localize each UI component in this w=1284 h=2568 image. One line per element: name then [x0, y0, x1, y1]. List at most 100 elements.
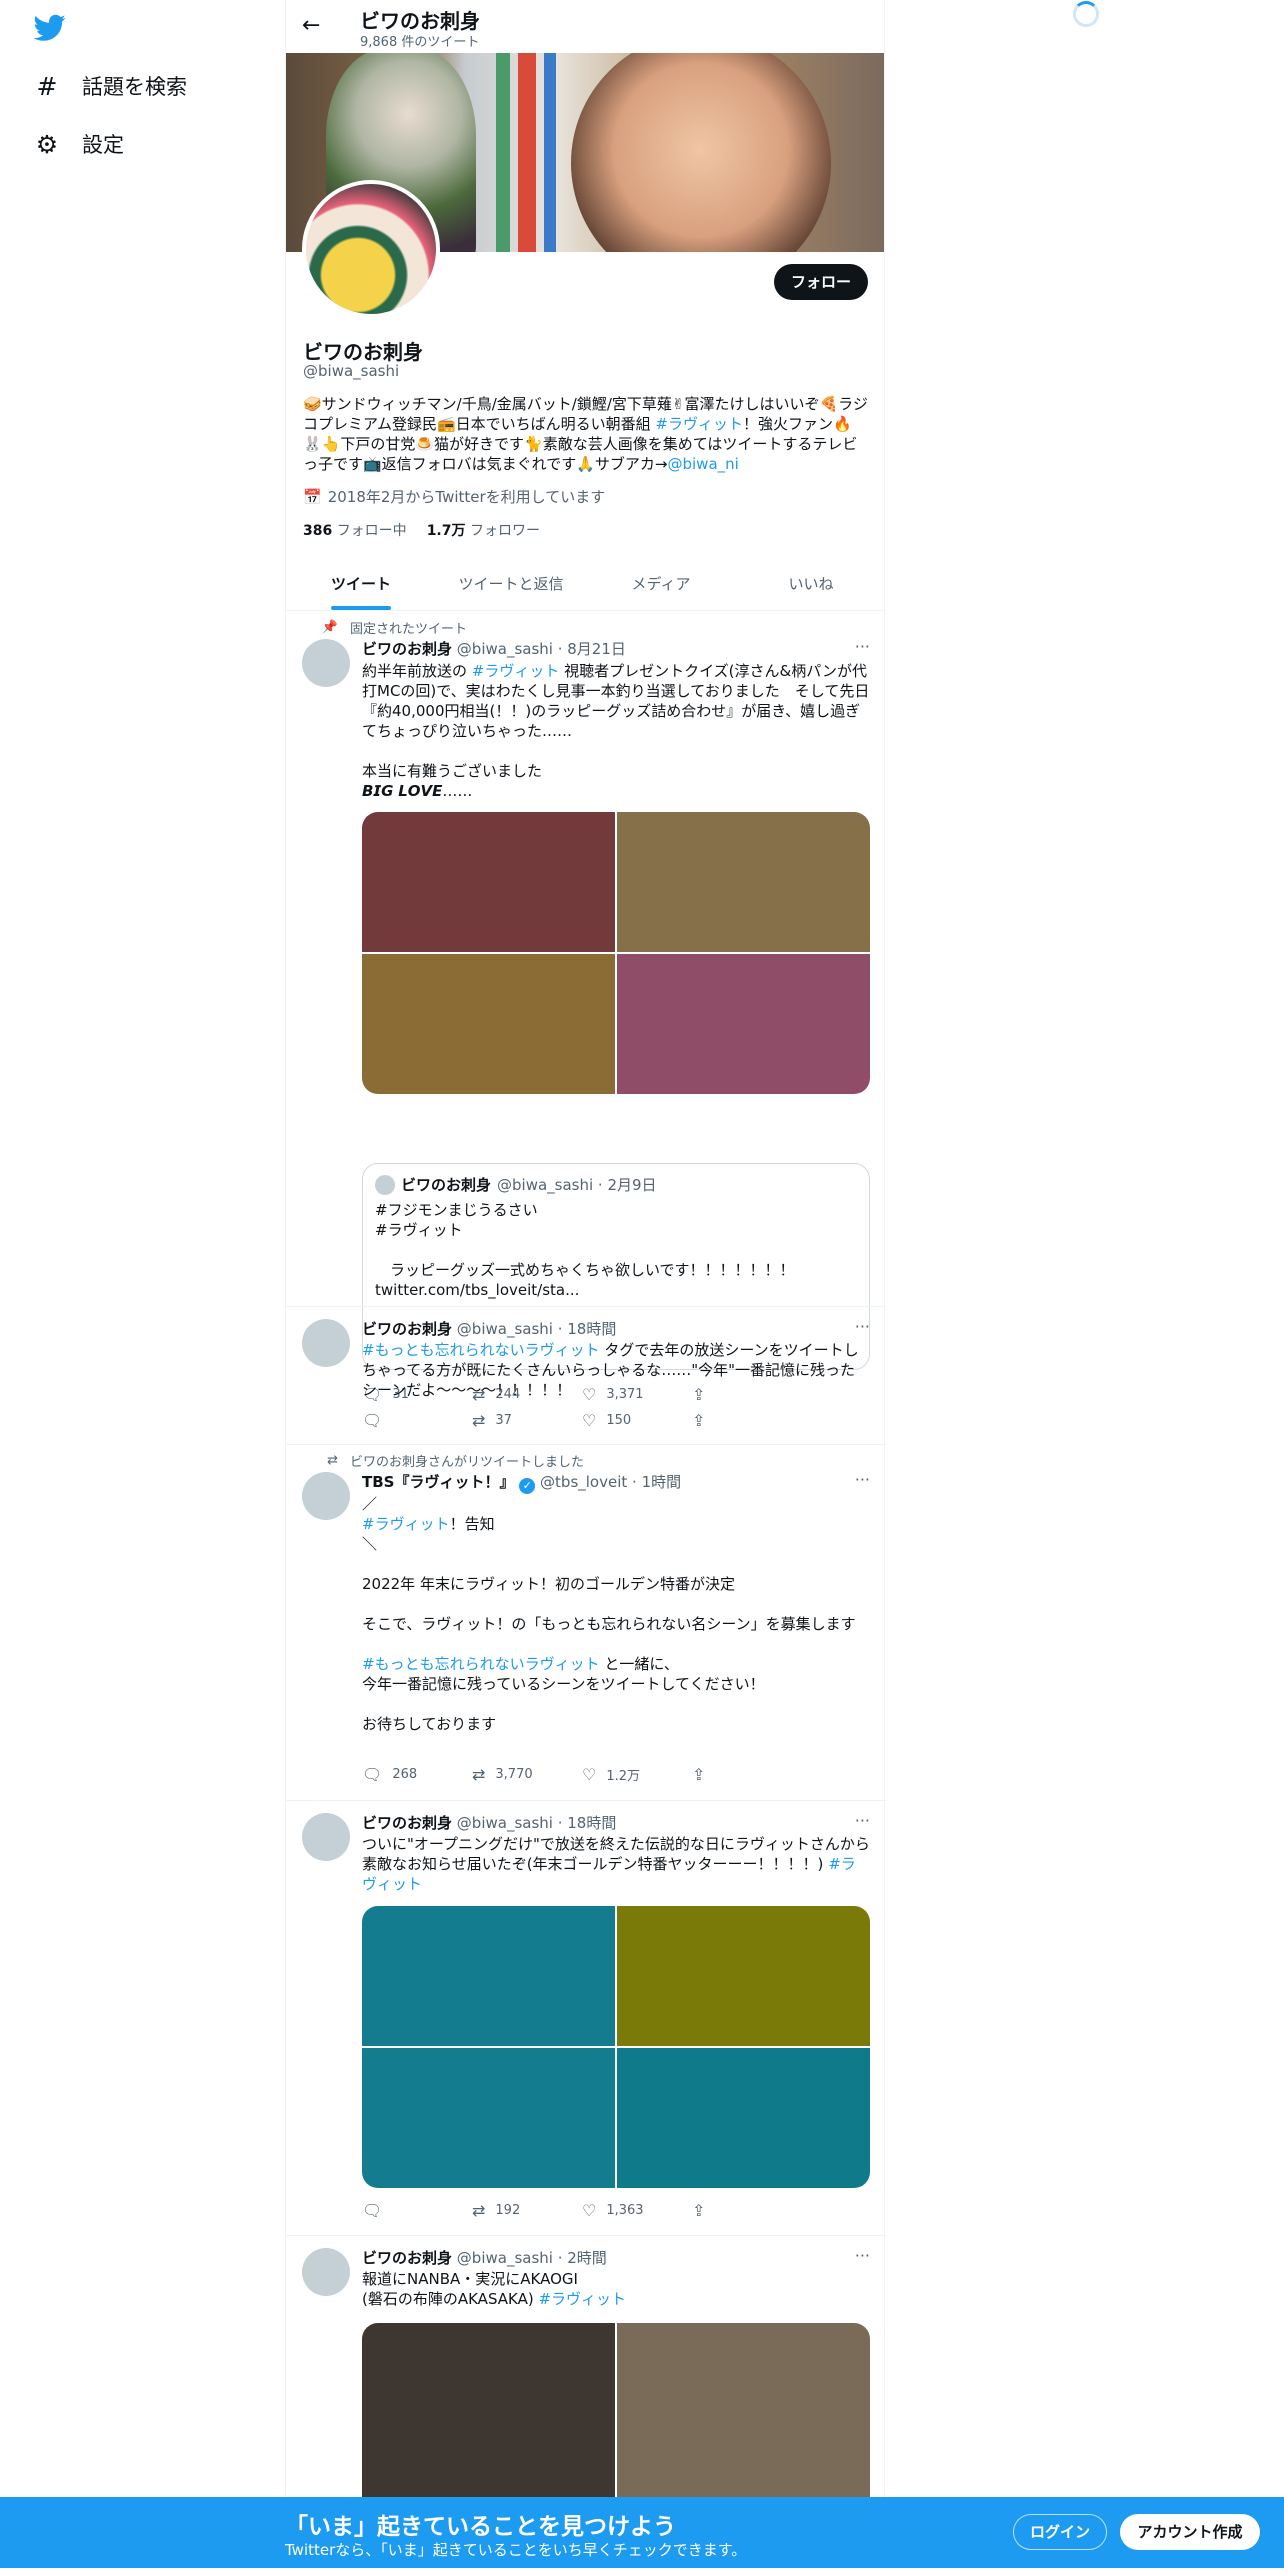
hashtag-link[interactable]: #ラヴィット: [472, 662, 560, 680]
avatar[interactable]: [302, 2248, 350, 2296]
share-icon: ⇪: [692, 1765, 706, 1784]
tab-likes[interactable]: いいね: [736, 558, 886, 610]
like-button[interactable]: ♡ 1,363: [582, 2201, 692, 2220]
signup-banner-title: 「いま」起きていることを見つけよう: [285, 2514, 676, 2540]
nav-explore[interactable]: # 話題を検索: [34, 66, 187, 106]
tweet-media-grid[interactable]: [362, 1906, 870, 2188]
media-image[interactable]: [362, 812, 615, 952]
nav-settings[interactable]: ⚙ 設定: [34, 124, 124, 164]
tweet-header: TBS『ラヴィット！』 ✓ @tbs_loveit · 1時間: [362, 1471, 681, 1494]
retweet-button[interactable]: ⇄ 37: [472, 1411, 582, 1430]
tweet-meta: @biwa_sashi · 8月21日: [456, 640, 626, 658]
banner-face: [571, 53, 831, 252]
media-image[interactable]: [362, 954, 615, 1094]
signup-banner: 「いま」起きていることを見つけよう Twitterなら、「いま」起きていることを…: [0, 2497, 1284, 2568]
media-image[interactable]: [362, 1906, 615, 2046]
tweet-author[interactable]: ビワのお刺身: [362, 2249, 452, 2267]
hashtag-icon: #: [36, 71, 58, 101]
tweet-text: ついに"オープニングだけ"で放送を終えた伝説的な日にラヴィットさんから素敵なお知…: [362, 1834, 870, 1894]
media-image[interactable]: [617, 2048, 870, 2188]
retweet-button[interactable]: ⇄ 192: [472, 2201, 582, 2220]
reply-button[interactable]: 🗨: [362, 2201, 472, 2220]
hashtag-link[interactable]: #ラヴィット: [538, 2290, 626, 2308]
reply-button[interactable]: 🗨: [362, 1411, 472, 1430]
tweet-meta: @biwa_sashi · 18時間: [456, 1320, 617, 1338]
quote-text: #フジモンまじうるさい #ラヴィット ラッピーグッズ一式めちゃくちゃ欲しいです！…: [375, 1201, 795, 1299]
tweet-text-part: ／: [362, 1495, 378, 1513]
twitter-logo-icon[interactable]: [34, 14, 66, 42]
retweet-button[interactable]: ⇄ 3,770: [472, 1765, 582, 1784]
media-image[interactable]: [617, 2323, 870, 2523]
media-image[interactable]: [617, 954, 870, 1094]
tweet[interactable]: ビワのお刺身 @biwa_sashi · 18時間 ··· #もっとも忘れられな…: [286, 1306, 886, 1445]
tweet[interactable]: ビワのお刺身 @biwa_sashi · 18時間 ··· ついに"オープニング…: [286, 1801, 886, 2236]
tweet-text: ／ #ラヴィット！告知 ＼ 2022年 年末にラヴィット！初のゴールデン特番が決…: [362, 1494, 870, 1734]
avatar[interactable]: [302, 1813, 350, 1861]
reply-count: 268: [392, 1767, 418, 1782]
header-title: ビワのお刺身: [360, 9, 480, 33]
media-image[interactable]: [617, 1906, 870, 2046]
tab-media[interactable]: メディア: [586, 558, 736, 610]
quote-author: ビワのお刺身: [401, 1176, 492, 1194]
following-label: フォロー中: [336, 523, 407, 539]
tweet-actions: 🗨 268 ⇄ 3,770 ♡ 1.2万 ⇪: [362, 1765, 802, 1784]
share-button[interactable]: ⇪: [692, 1411, 802, 1430]
gear-icon: ⚙: [35, 129, 59, 159]
tweet-author[interactable]: ビワのお刺身: [362, 1814, 452, 1832]
more-icon[interactable]: ···: [855, 1811, 870, 1830]
pinned-context: 📌 固定されたツイート: [302, 618, 467, 637]
reply-button[interactable]: 🗨 268: [362, 1765, 472, 1784]
share-button[interactable]: ⇪: [692, 2201, 802, 2220]
retweet-count: 192: [495, 2203, 521, 2218]
media-image[interactable]: [362, 2323, 615, 2523]
retweet-context: ⇄ ビワのお刺身さんがリツイートしました: [302, 1451, 584, 1470]
hashtag-link[interactable]: #もっとも忘れられないラヴィット: [362, 1655, 600, 1673]
share-button[interactable]: ⇪: [692, 1765, 802, 1784]
joined-date: 📅 2018年2月からTwitterを利用しています: [303, 486, 605, 507]
avatar[interactable]: [302, 1472, 350, 1520]
bio-hashtag-link[interactable]: #ラヴィット: [655, 415, 743, 433]
banner-stripe: [496, 53, 510, 252]
pin-icon: 📌: [321, 620, 338, 635]
main-column: ← ビワのお刺身 9,868 件のツイート フォロー ビワのお刺身 @biwa_…: [285, 0, 886, 2568]
retweet-icon: ⇄: [472, 2201, 486, 2220]
profile-avatar[interactable]: [302, 180, 440, 318]
heart-icon: ♡: [582, 2201, 597, 2220]
bio-mention-link[interactable]: @biwa_ni: [667, 455, 738, 473]
follow-button[interactable]: フォロー: [774, 264, 868, 300]
followers-link[interactable]: 1.7万 フォロワー: [427, 520, 540, 540]
tweet-author[interactable]: ビワのお刺身: [362, 640, 452, 658]
like-button[interactable]: ♡ 150: [582, 1411, 692, 1430]
like-button[interactable]: ♡ 1.2万: [582, 1765, 692, 1784]
more-icon[interactable]: ···: [855, 637, 870, 656]
tweet-header: ビワのお刺身 @biwa_sashi · 2時間: [362, 2247, 607, 2268]
tweet-media-grid[interactable]: [362, 812, 870, 1094]
media-image[interactable]: [362, 2048, 615, 2188]
back-arrow-icon[interactable]: ←: [302, 13, 320, 38]
following-count: 386: [303, 523, 333, 539]
following-link[interactable]: 386 フォロー中: [303, 520, 407, 540]
reply-icon: 🗨: [362, 2201, 383, 2220]
tab-tweets[interactable]: ツイート: [286, 558, 436, 610]
hashtag-link[interactable]: #ラヴィット: [362, 1515, 450, 1533]
login-button[interactable]: ログイン: [1013, 2514, 1107, 2550]
more-icon[interactable]: ···: [855, 2246, 870, 2265]
media-image[interactable]: [617, 812, 870, 952]
reply-icon: 🗨: [362, 1765, 383, 1784]
profile-handle: @biwa_sashi: [303, 362, 400, 380]
tweet-meta: @biwa_sashi · 18時間: [456, 1814, 617, 1832]
tweet-media-grid[interactable]: [362, 2323, 870, 2523]
avatar[interactable]: [302, 1319, 350, 1367]
more-icon[interactable]: ···: [855, 1470, 870, 1489]
tweet[interactable]: ⇄ ビワのお刺身さんがリツイートしました TBS『ラヴィット！』 ✓ @tbs_l…: [286, 1445, 886, 1801]
signup-button[interactable]: アカウント作成: [1120, 2514, 1260, 2550]
retweet-icon: ⇄: [472, 1411, 486, 1430]
avatar[interactable]: [302, 639, 350, 687]
tweet-author[interactable]: TBS『ラヴィット！』: [362, 1473, 514, 1491]
heart-icon: ♡: [582, 1411, 597, 1430]
joined-text: 2018年2月からTwitterを利用しています: [327, 488, 606, 506]
tab-tweets-replies[interactable]: ツイートと返信: [436, 558, 586, 610]
tweet-author[interactable]: ビワのお刺身: [362, 1320, 452, 1338]
hashtag-link[interactable]: #もっとも忘れられないラヴィット: [362, 1341, 600, 1359]
more-icon[interactable]: ···: [855, 1317, 870, 1336]
